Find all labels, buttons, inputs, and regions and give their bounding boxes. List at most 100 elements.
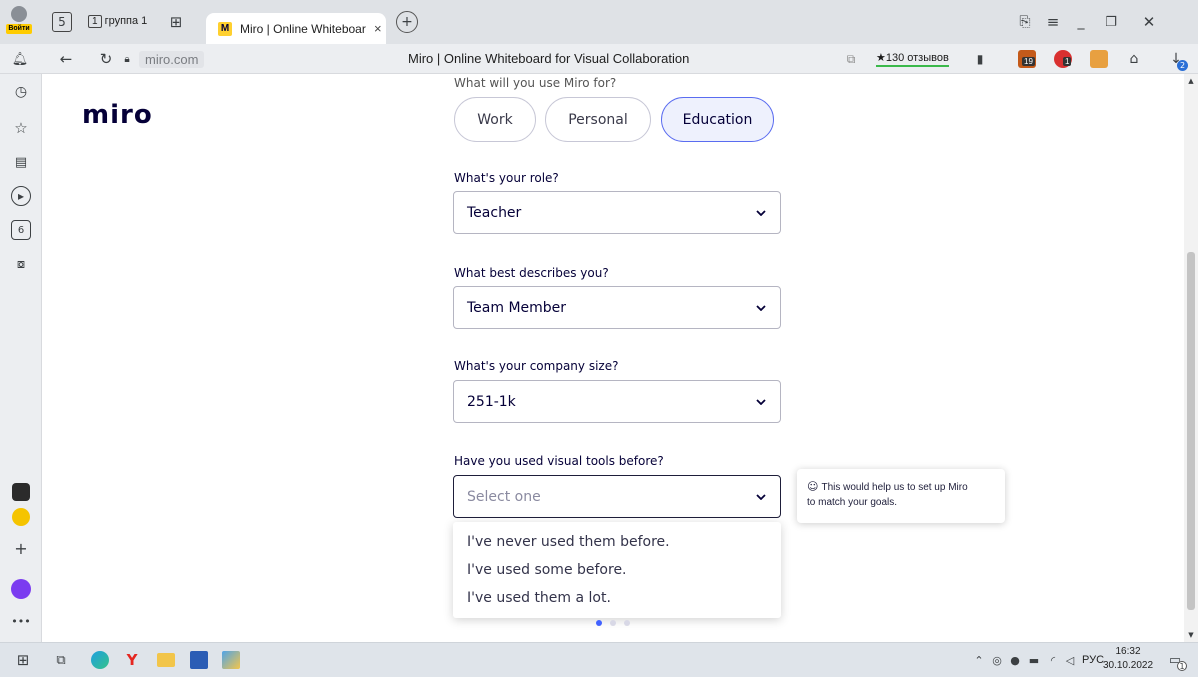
extension-1-icon[interactable]: 19 [1018,50,1036,68]
company-size-select[interactable]: 251-1k [453,380,781,423]
describes-label: What best describes you? [454,266,609,280]
notifications-bell-icon[interactable]: 🔔︎ [10,49,30,69]
collections-icon[interactable]: ⎘ [1014,11,1036,33]
describes-select[interactable]: Team Member [453,286,781,329]
miro-favicon-icon: M [218,21,232,36]
role-label: What's your role? [454,171,559,185]
word-app-icon[interactable] [190,651,208,669]
profile-login-label: Войти [6,24,32,34]
new-tab-button[interactable]: + [396,11,418,33]
extensions-puzzle-icon[interactable]: ⌂ [1124,49,1144,69]
tab-switcher-icon[interactable]: 5 [52,12,72,32]
use-option-work[interactable]: Work [454,97,536,142]
use-option-education[interactable]: Education [661,97,774,142]
tray-app-icon[interactable]: ◎ [990,652,1004,668]
scroll-up-arrow-icon[interactable]: ▲ [1186,76,1196,86]
url-text[interactable]: miro.com [139,51,205,68]
menu-icon[interactable]: ≡ [1042,11,1064,33]
reload-icon[interactable]: ↻ [96,49,116,69]
step-dot-active[interactable] [596,620,602,626]
add-shortcut-icon[interactable]: + [11,538,31,558]
tab-close-icon[interactable]: × [374,21,382,36]
visual-tools-select[interactable]: Select one [453,475,781,518]
tab-group-label: группа 1 [104,15,148,27]
bookmarks-star-icon[interactable]: ☆ [11,118,31,138]
more-icon[interactable]: ••• [11,614,31,628]
chevron-down-icon [756,209,766,216]
profile-button[interactable]: Войти [6,2,32,42]
chevron-down-icon [756,493,766,500]
page-title: Miro | Online Whiteboard for Visual Coll… [408,51,690,66]
extension-2-badge: 1 [1063,57,1072,66]
use-option-label: Education [682,111,753,128]
dropdown-option[interactable]: I've used some before. [453,556,781,584]
app-shortcut-1-icon[interactable] [12,483,30,501]
address-bar: 🔔︎ ← ↻ 🔒︎ miro.com Miro | Online Whitebo… [0,44,1198,74]
bookmark-icon[interactable]: ▮ [972,49,988,69]
chevron-down-icon [756,304,766,311]
yandex-browser-icon[interactable]: Y [123,651,141,669]
tooltip-line-1: ☺ This would help us to set up Miro [807,479,995,496]
use-option-label: Work [477,111,513,128]
downloads-icon[interactable]: ↓ 2 [1166,49,1188,71]
volume-icon[interactable]: ◁ [1062,652,1078,668]
edge-browser-icon[interactable] [91,651,109,669]
extension-1-badge: 19 [1022,57,1035,66]
use-question-label: What will you use Miro for? [454,76,617,90]
restore-icon[interactable]: ❐ [1100,11,1122,33]
wifi-icon[interactable]: ◜ [1046,652,1060,668]
tab-miro[interactable]: M Miro | Online Whiteboar × [206,13,386,44]
browser-tab-bar: Войти 5 1 группа 1 ⊞ M Miro | Online Whi… [0,0,1198,44]
notes-icon[interactable]: ▤ [11,152,31,172]
history-icon[interactable]: ◷ [11,82,31,102]
smile-icon: ☺ [807,480,819,493]
play-icon[interactable]: ▸ [11,186,31,206]
tooltip-text-1: This would help us to set up Miro [821,482,968,493]
close-window-icon[interactable]: ✕ [1138,11,1160,33]
paint-app-icon[interactable] [222,651,240,669]
clock-date: 30.10.2022 [1102,660,1154,671]
lock-icon: 🔒︎ [124,53,130,65]
clock[interactable]: 16:32 30.10.2022 [1100,645,1156,673]
microphone-icon[interactable]: ● [1008,652,1022,668]
extension-3-icon[interactable] [1090,50,1108,68]
screenshot-icon[interactable]: ⧇ [11,254,31,274]
notification-count: 1 [1177,661,1187,671]
step-dot[interactable] [624,620,630,626]
profile-avatar-icon [11,6,27,22]
visual-tools-label: Have you used visual tools before? [454,454,664,468]
windows-start-icon[interactable]: ⊞ [14,651,32,669]
minimize-icon[interactable]: _ [1070,11,1092,33]
role-select[interactable]: Teacher [453,191,781,234]
tooltip-line-2: to match your goals. [807,496,898,508]
scrollbar-thumb[interactable] [1187,252,1195,610]
scroll-down-arrow-icon[interactable]: ▼ [1186,630,1196,640]
company-size-select-value: 251-1k [467,393,516,410]
alice-assistant-icon[interactable] [11,579,31,599]
dropdown-option[interactable]: I've never used them before. [453,528,781,556]
use-option-personal[interactable]: Personal [545,97,651,142]
step-indicator [596,620,640,628]
extension-2-icon[interactable]: 1 [1054,50,1072,68]
reviews-link[interactable]: ★130 отзывов [876,51,949,67]
role-select-value: Teacher [467,204,522,221]
tab-group-count: 1 [88,14,102,28]
miro-logo[interactable]: miro [82,100,153,130]
back-arrow-icon[interactable]: ← [56,49,76,69]
hint-tooltip: ☺ This would help us to set up Miro to ma… [797,469,1005,523]
visual-tools-placeholder: Select one [467,488,541,505]
battery-icon[interactable]: ▬ [1026,652,1042,668]
step-dot[interactable] [610,620,616,626]
apps-icon[interactable]: 6 [11,220,31,240]
browser-sidebar: ◷ ☆ ▤ ▸ 6 ⧇ + ••• [0,74,42,642]
dropdown-option[interactable]: I've used them a lot. [453,584,781,612]
new-group-icon[interactable]: ⊞ [164,10,188,34]
tray-expand-icon[interactable]: ⌃ [972,652,986,668]
chevron-down-icon [756,398,766,405]
file-explorer-icon[interactable] [157,653,175,667]
task-view-icon[interactable]: ⧉ [52,651,70,669]
use-option-label: Personal [568,111,628,128]
copy-link-icon[interactable]: ⧉ [842,49,860,69]
notification-center-icon[interactable]: ▭ 1 [1166,651,1187,671]
app-shortcut-2-icon[interactable] [12,508,30,526]
